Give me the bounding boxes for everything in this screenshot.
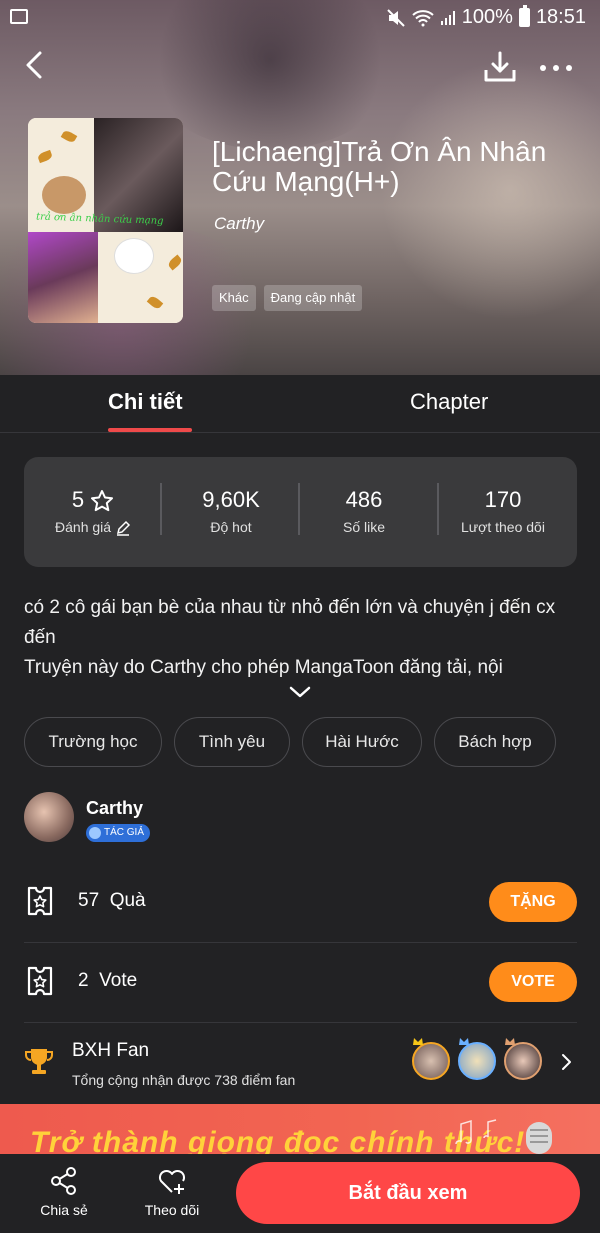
comic-tags: Khác Đang cập nhật — [212, 285, 363, 311]
chevron-down-icon[interactable] — [287, 683, 313, 701]
avatar[interactable] — [24, 792, 74, 842]
pencil-icon[interactable] — [115, 520, 131, 537]
download-icon[interactable] — [482, 50, 518, 84]
rating-value: 5 — [71, 487, 85, 512]
hot-label: Độ hot — [210, 519, 252, 535]
fan-avatar[interactable] — [458, 1042, 496, 1080]
tag-status: Đang cập nhật — [263, 285, 363, 311]
microphone-icon — [526, 1122, 552, 1154]
music-notes-icon — [455, 1119, 497, 1145]
followers-value: 170 — [484, 487, 522, 512]
image-notification-icon — [10, 9, 28, 24]
author-badge-icon — [89, 827, 101, 839]
vote-button[interactable]: VOTE — [489, 962, 577, 1002]
author-name[interactable]: Carthy — [86, 798, 143, 819]
share-label: Chia sẻ — [40, 1202, 88, 1218]
comic-author[interactable]: Carthy — [214, 214, 264, 234]
description-line: Truyện này do Carthy cho phép MangaToon … — [24, 657, 503, 678]
promo-banner[interactable]: Trở thành giọng đọc chính thức! — [0, 1104, 600, 1154]
vote-label: Vote — [99, 970, 138, 991]
start-reading-button[interactable]: Bắt đầu xem — [236, 1162, 580, 1224]
stat-likes: 486 Số like — [295, 487, 433, 535]
author-profile[interactable]: Carthy TÁC GIẢ — [24, 792, 584, 848]
stat-followers: 170 Lượt theo dõi — [434, 487, 572, 535]
gift-row: 57 Quà TẶNG — [24, 862, 577, 942]
gift-count: 57 — [78, 890, 100, 911]
comic-cover: trả ơn ân nhân cứu mạng — [28, 118, 183, 323]
mute-icon — [387, 8, 405, 27]
vote-row: 2 Vote VOTE — [24, 942, 577, 1022]
genre-chip[interactable]: Tình yêu — [174, 717, 290, 767]
battery-icon — [518, 5, 530, 27]
rating-label: Đánh giá — [55, 519, 112, 535]
clock: 18:51 — [535, 6, 586, 28]
followers-label: Lượt theo dõi — [461, 519, 545, 535]
author-badge: TÁC GIẢ — [86, 824, 151, 842]
author-badge-label: TÁC GIẢ — [104, 827, 145, 838]
vote-count: 2 — [78, 970, 89, 991]
hero-header: 100% 18:51 trả ơn ân nhân cứu mạng [Lich… — [0, 0, 600, 375]
crown-icon — [459, 1038, 469, 1045]
heart-add-icon — [158, 1169, 186, 1194]
stat-hot: 9,60K Độ hot — [162, 487, 300, 535]
gift-ticket-icon — [27, 886, 53, 916]
vote-ticket-icon — [27, 966, 53, 996]
tab-details[interactable]: Chi tiết — [108, 389, 183, 415]
chevron-right-icon[interactable] — [558, 1052, 574, 1072]
status-bar: 100% 18:51 — [0, 0, 600, 36]
signal-icon — [440, 10, 455, 25]
share-button[interactable]: Chia sẻ — [24, 1166, 104, 1218]
fan-ranking-title: BXH Fan — [72, 1040, 150, 1061]
divider — [24, 1022, 577, 1023]
bottom-action-bar: Chia sẻ Theo dõi Bắt đầu xem — [0, 1154, 600, 1233]
more-options-icon[interactable] — [540, 56, 580, 80]
tag-category[interactable]: Khác — [212, 285, 256, 311]
fan-ranking-subtitle: Tổng cộng nhận được 738 điểm fan — [72, 1072, 296, 1088]
share-icon — [51, 1167, 76, 1195]
trophy-icon — [25, 1049, 53, 1074]
tab-bar: Chi tiết Chapter — [0, 375, 600, 433]
hot-value: 9,60K — [202, 487, 260, 512]
active-tab-indicator — [108, 428, 192, 432]
crown-icon — [413, 1038, 423, 1045]
follow-label: Theo dõi — [144, 1202, 200, 1218]
back-icon[interactable] — [18, 48, 52, 82]
stat-rating[interactable]: 5 Đánh giá — [24, 487, 162, 537]
genre-list: Trường học Tình yêu Hài Hước Bách hợp — [24, 717, 556, 767]
fan-avatar[interactable] — [504, 1042, 542, 1080]
comic-title: [Lichaeng]Trả Ơn Ân Nhân Cứu Mạng(H+) — [212, 136, 547, 197]
description-line: có 2 cô gái bạn bè của nhau từ nhỏ đến l… — [24, 597, 556, 648]
fan-avatar[interactable] — [412, 1042, 450, 1080]
likes-value: 486 — [345, 487, 383, 512]
gift-button[interactable]: TẶNG — [489, 882, 577, 922]
stats-card: 5 Đánh giá 9,60K Độ hot 486 Số like 170 … — [24, 457, 577, 567]
wifi-icon — [412, 9, 434, 26]
genre-chip[interactable]: Bách hợp — [434, 717, 556, 767]
battery-percent: 100% — [461, 6, 513, 28]
gift-label: Quà — [109, 890, 146, 911]
star-icon — [91, 490, 114, 512]
tab-chapter[interactable]: Chapter — [410, 389, 488, 415]
genre-chip[interactable]: Trường học — [24, 717, 162, 767]
genre-chip[interactable]: Hài Hước — [302, 717, 422, 767]
follow-button[interactable]: Theo dõi — [132, 1166, 212, 1218]
fan-ranking-row[interactable]: BXH Fan Tổng cộng nhận được 738 điểm fan — [24, 1032, 584, 1100]
crown-icon — [505, 1038, 515, 1045]
likes-label: Số like — [342, 519, 386, 535]
comic-description[interactable]: có 2 cô gái bạn bè của nhau từ nhỏ đến l… — [24, 593, 584, 683]
